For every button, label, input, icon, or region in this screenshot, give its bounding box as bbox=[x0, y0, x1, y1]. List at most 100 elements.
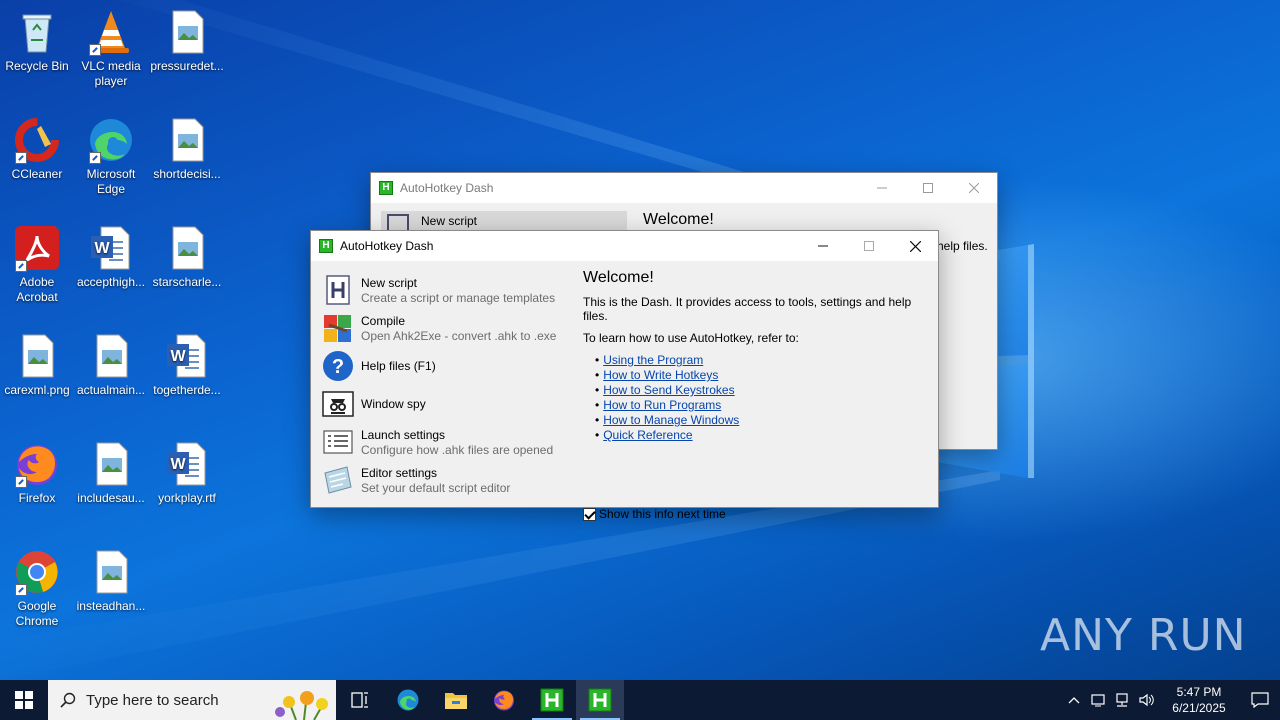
word-document-icon: W bbox=[87, 224, 135, 272]
show-info-checkbox-label[interactable]: Show this info next time bbox=[599, 507, 726, 521]
desktop-icon-includesau[interactable]: includesau... bbox=[74, 440, 148, 506]
file-explorer-folder-icon bbox=[445, 693, 467, 709]
taskbar-edge[interactable] bbox=[384, 680, 432, 720]
menu-item-help-files[interactable]: ? Help files (F1) bbox=[321, 349, 561, 385]
desktop-icon-label: Recycle Bin bbox=[5, 59, 69, 73]
chevron-up-icon bbox=[1068, 697, 1080, 704]
svg-text:W: W bbox=[94, 240, 110, 257]
titlebar[interactable]: H AutoHotkey Dash bbox=[371, 173, 997, 203]
menu-item-title: New script bbox=[421, 214, 478, 228]
menu-item-description: Open Ahk2Exe - convert .ahk to .exe bbox=[361, 329, 557, 343]
shortcut-arrow-icon bbox=[89, 152, 101, 164]
autohotkey-icon: H bbox=[319, 239, 333, 253]
ccleaner-icon bbox=[13, 116, 61, 164]
maximize-button[interactable] bbox=[846, 231, 892, 261]
anyrun-watermark: ANY RUN bbox=[1040, 610, 1247, 661]
chrome-icon bbox=[13, 548, 61, 596]
help-link-item: How to Manage Windows bbox=[595, 413, 933, 428]
minimize-button[interactable] bbox=[859, 173, 905, 203]
taskbar-autohotkey-2[interactable] bbox=[576, 680, 624, 720]
watermark-text: ANY RUN bbox=[1040, 610, 1247, 661]
tray-volume-button[interactable] bbox=[1134, 680, 1158, 720]
desktop-icon-starscharle[interactable]: starscharle... bbox=[150, 224, 224, 290]
taskbar-clock[interactable]: 5:47 PM 6/21/2025 bbox=[1158, 684, 1240, 716]
show-info-checkbox-row[interactable]: Show this info next time bbox=[583, 507, 726, 521]
link-quick-reference[interactable]: Quick Reference bbox=[603, 428, 692, 442]
taskbar-search-box[interactable]: Type here to search bbox=[48, 680, 336, 720]
desktop-icon-firefox[interactable]: Firefox bbox=[0, 440, 74, 506]
window-title: AutoHotkey Dash bbox=[340, 239, 434, 253]
editor-settings-icon bbox=[324, 466, 352, 494]
menu-item-new-script[interactable]: New script Create a script or manage tem… bbox=[321, 273, 561, 309]
desktop-icon-label: actualmain... bbox=[76, 383, 146, 397]
launch-settings-list-icon bbox=[323, 430, 353, 454]
edge-icon bbox=[87, 116, 135, 164]
autohotkey-dash-window[interactable]: H AutoHotkey Dash New script Create a sc… bbox=[310, 230, 939, 521]
desktop-icon-carexml[interactable]: carexml.png bbox=[0, 332, 74, 398]
desktop-icon-insteadhan[interactable]: insteadhan... bbox=[74, 548, 148, 614]
tray-network-button[interactable] bbox=[1110, 680, 1134, 720]
maximize-button[interactable] bbox=[905, 173, 951, 203]
taskbar-autohotkey-1[interactable] bbox=[528, 680, 576, 720]
desktop-icon-chrome[interactable]: Google Chrome bbox=[0, 548, 74, 629]
tray-device-button[interactable] bbox=[1086, 680, 1110, 720]
desktop-icon-label: carexml.png bbox=[4, 383, 70, 397]
taskbar-firefox[interactable] bbox=[480, 680, 528, 720]
close-icon bbox=[969, 183, 979, 193]
firefox-icon bbox=[494, 690, 514, 711]
desktop-icon-acrobat[interactable]: Adobe Acrobat bbox=[0, 224, 74, 305]
link-how-to-write-hotkeys[interactable]: How to Write Hotkeys bbox=[603, 368, 718, 382]
link-how-to-send-keystrokes[interactable]: How to Send Keystrokes bbox=[603, 383, 734, 397]
desktop-icon-label: includesau... bbox=[77, 491, 145, 505]
window-title: AutoHotkey Dash bbox=[400, 181, 494, 195]
close-icon bbox=[909, 240, 921, 252]
titlebar[interactable]: H AutoHotkey Dash bbox=[311, 231, 938, 261]
menu-item-compile[interactable]: Compile Open Ahk2Exe - convert .ahk to .… bbox=[321, 311, 561, 347]
minimize-button[interactable] bbox=[800, 231, 846, 261]
taskbar-file-explorer[interactable] bbox=[432, 680, 480, 720]
desktop-icon-label: CCleaner bbox=[11, 167, 63, 181]
image-file-icon bbox=[13, 332, 61, 380]
help-link-item: Quick Reference bbox=[595, 428, 933, 443]
close-button[interactable] bbox=[892, 231, 938, 261]
desktop-icon-pressuredet[interactable]: pressuredet... bbox=[150, 8, 224, 74]
link-how-to-manage-windows[interactable]: How to Manage Windows bbox=[603, 413, 739, 427]
edge-icon bbox=[397, 689, 419, 711]
desktop-icon-label: VLC media player bbox=[81, 59, 141, 88]
desktop-icon-accepthigh[interactable]: W accepthigh... bbox=[74, 224, 148, 290]
windows-logo-icon bbox=[15, 691, 33, 709]
shortcut-arrow-icon bbox=[15, 152, 27, 164]
menu-item-title: New script bbox=[361, 276, 418, 290]
recycle-bin-icon bbox=[13, 8, 61, 56]
firefox-icon bbox=[13, 440, 61, 488]
close-button[interactable] bbox=[951, 173, 997, 203]
acrobat-icon bbox=[13, 224, 61, 272]
desktop-icon-label: yorkplay.rtf bbox=[158, 491, 216, 505]
desktop-icon-edge[interactable]: Microsoft Edge bbox=[74, 116, 148, 197]
autohotkey-icon bbox=[540, 688, 564, 712]
task-view-button[interactable] bbox=[336, 680, 384, 720]
desktop-icon-label: Adobe Acrobat bbox=[16, 275, 58, 304]
desktop-icon-togetherde[interactable]: W togetherde... bbox=[150, 332, 224, 398]
taskbar: Type here to search 5:47 PM 6/21/2025 bbox=[0, 680, 1280, 720]
desktop-icon-shortdecisi[interactable]: shortdecisi... bbox=[150, 116, 224, 182]
desktop-icon-yorkplay[interactable]: W yorkplay.rtf bbox=[150, 440, 224, 506]
link-how-to-run-programs[interactable]: How to Run Programs bbox=[603, 398, 721, 412]
desktop-icon-actualmain[interactable]: actualmain... bbox=[74, 332, 148, 398]
start-button[interactable] bbox=[0, 680, 48, 720]
show-hidden-icons-button[interactable] bbox=[1062, 680, 1086, 720]
show-info-checkbox[interactable] bbox=[583, 507, 596, 521]
menu-item-description: Create a script or manage templates bbox=[361, 291, 556, 305]
image-file-icon bbox=[163, 224, 211, 272]
desktop-icon-vlc[interactable]: VLC media player bbox=[74, 8, 148, 89]
menu-item-launch-settings[interactable]: Launch settings Configure how .ahk files… bbox=[321, 425, 561, 461]
menu-item-window-spy[interactable]: Window spy bbox=[321, 387, 561, 423]
image-file-icon bbox=[163, 116, 211, 164]
desktop-icon-recycle-bin[interactable]: Recycle Bin bbox=[0, 8, 74, 74]
menu-item-editor-settings[interactable]: Editor settings Set your default script … bbox=[321, 463, 561, 499]
action-center-button[interactable] bbox=[1240, 680, 1280, 720]
svg-text:?: ? bbox=[332, 356, 344, 378]
desktop-icon-ccleaner[interactable]: CCleaner bbox=[0, 116, 74, 182]
link-using-the-program[interactable]: Using the Program bbox=[603, 353, 703, 367]
word-document-icon: W bbox=[163, 440, 211, 488]
